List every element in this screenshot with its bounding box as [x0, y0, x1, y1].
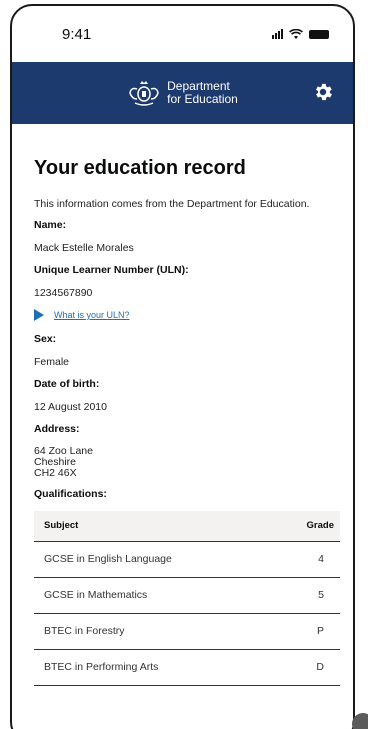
dfe-logo: Department for Education — [127, 79, 238, 107]
table-row: BTEC in Performing Arts D — [34, 649, 340, 686]
table-row: GCSE in Mathematics 5 — [34, 577, 340, 614]
settings-button[interactable] — [311, 81, 335, 105]
uln-details-toggle[interactable]: What is your ULN? — [34, 309, 340, 321]
address-value: 64 Zoo Lane Cheshire CH2 46X — [34, 446, 340, 479]
dob-label: Date of birth: — [34, 378, 100, 390]
logo-line-2: for Education — [167, 92, 238, 106]
name-label: Name: — [34, 219, 67, 231]
grade-cell: 5 — [270, 577, 340, 614]
signal-icon — [272, 29, 283, 39]
sex-value: Female — [34, 356, 70, 368]
name-value: Mack Estelle Morales — [34, 242, 134, 254]
uln-help-link[interactable]: What is your ULN? — [54, 310, 130, 320]
status-icons — [272, 28, 329, 40]
grade-cell: P — [270, 613, 340, 650]
intro-text: This information comes from the Departme… — [34, 198, 310, 210]
subject-cell: GCSE in English Language — [34, 541, 271, 578]
subject-column-header: Subject — [34, 511, 271, 542]
status-time: 9:41 — [62, 25, 92, 43]
qualifications-label: Qualifications: — [34, 488, 107, 500]
battery-icon — [309, 29, 329, 39]
dob-value: 12 August 2010 — [34, 401, 107, 413]
uln-label: Unique Learner Number (ULN): — [34, 264, 189, 276]
main-content: Your education record This information c… — [34, 156, 340, 686]
qualifications-table: Subject Grade GCSE in English Language 4… — [34, 511, 340, 686]
subject-cell: BTEC in Performing Arts — [34, 649, 271, 686]
address-line: 64 Zoo Lane — [34, 445, 93, 457]
corner-decoration — [352, 713, 368, 729]
sex-label: Sex: — [34, 333, 57, 345]
grade-cell: D — [270, 649, 340, 686]
table-header-row: Subject Grade — [34, 511, 340, 542]
wifi-icon — [289, 28, 303, 39]
uln-value: 1234567890 — [34, 287, 93, 299]
royal-crest-icon — [129, 81, 159, 106]
app-header: Department for Education — [12, 62, 353, 124]
gear-icon — [316, 83, 332, 101]
triangle-right-icon — [34, 309, 44, 321]
status-bar: 9:41 — [12, 6, 353, 62]
grade-column-header: Grade — [270, 511, 340, 542]
subject-cell: BTEC in Forestry — [34, 613, 271, 650]
phone-frame: 9:41 Department for Education Your educa… — [10, 4, 355, 729]
address-line: CH2 46X — [34, 467, 77, 479]
page-title: Your education record — [34, 157, 246, 179]
table-row: BTEC in Forestry P — [34, 613, 340, 650]
address-line: Cheshire — [34, 456, 77, 468]
table-row: GCSE in English Language 4 — [34, 541, 340, 578]
subject-cell: GCSE in Mathematics — [34, 577, 271, 614]
dfe-logo-text: Department for Education — [167, 80, 238, 106]
address-label: Address: — [34, 423, 80, 435]
grade-cell: 4 — [270, 541, 340, 578]
